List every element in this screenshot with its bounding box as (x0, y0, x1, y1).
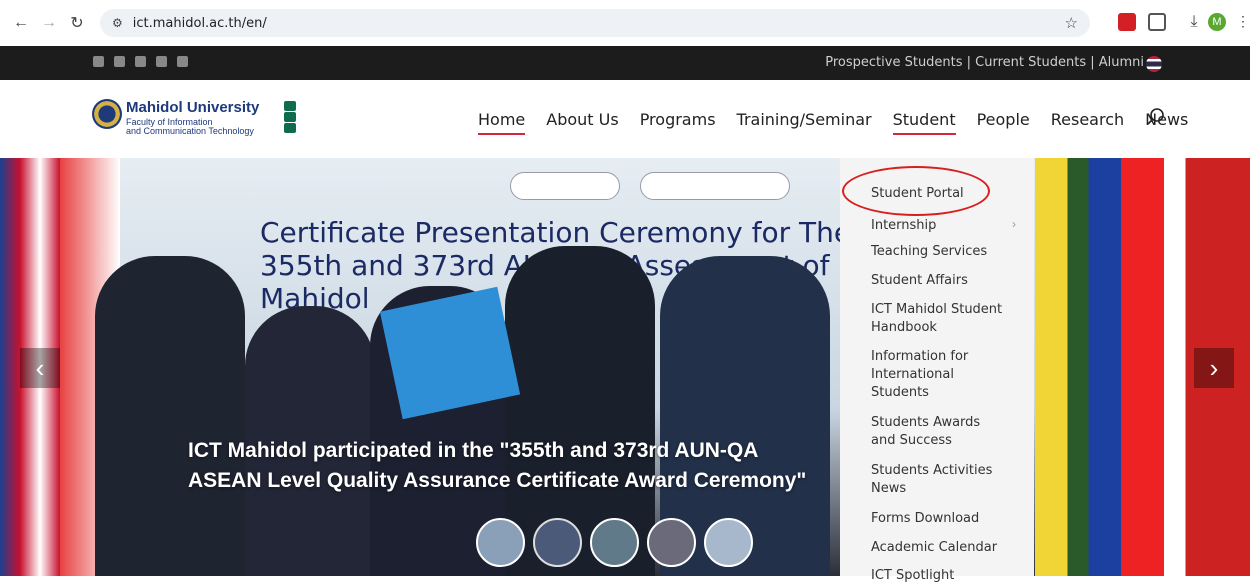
browser-toolbar: ← → ↻ ⚙ ict.mahidol.ac.th/en/ ☆ ⤓ M ⋮ (0, 0, 1250, 46)
menu-item-ict-spotlight[interactable]: ICT Spotlight (871, 567, 1011, 585)
reload-icon[interactable]: ↻ (66, 12, 88, 34)
nav-training-seminar[interactable]: Training/Seminar (737, 110, 872, 129)
nav-programs[interactable]: Programs (640, 110, 716, 129)
caption-line-1: ICT Mahidol participated in the "355th a… (188, 439, 759, 462)
line-icon[interactable] (177, 56, 188, 67)
url-text: ict.mahidol.ac.th/en/ (132, 15, 267, 31)
slide-thumb[interactable] (647, 518, 696, 567)
social-links (93, 56, 188, 67)
audience-links[interactable]: Prospective Students | Current Students … (825, 55, 1144, 70)
student-dropdown-menu: Student Portal Internship Teaching Servi… (840, 158, 1034, 583)
logo-faculty-name[interactable]: Faculty of Information and Communication… (126, 118, 254, 136)
download-icon[interactable]: ⤓ (1185, 13, 1203, 31)
slide-thumb[interactable] (476, 518, 525, 567)
slide-caption[interactable]: ICT Mahidol participated in the "355th a… (188, 436, 806, 496)
nav-student[interactable]: Student (892, 110, 956, 135)
youtube-icon[interactable] (156, 56, 167, 67)
nav-about-us[interactable]: About Us (546, 110, 618, 129)
profile-avatar[interactable]: M (1208, 13, 1226, 31)
main-navigation: Home About Us Programs Training/Seminar … (478, 110, 1209, 135)
slider-thumbnails (476, 518, 753, 567)
aun-qa-logo-icon (510, 172, 620, 200)
menu-item-forms-download[interactable]: Forms Download (871, 510, 1011, 528)
extensions-icon[interactable] (1148, 13, 1166, 31)
menu-item-internship[interactable]: Internship (871, 217, 1011, 235)
slide-thumb-active[interactable] (533, 518, 582, 567)
caption-line-2: ASEAN Level Quality Assurance Certificat… (188, 469, 807, 492)
nav-research[interactable]: Research (1051, 110, 1124, 129)
facebook-icon[interactable] (93, 56, 104, 67)
pdf-extension-icon[interactable] (1118, 13, 1136, 31)
site-info-icon[interactable]: ⚙ (112, 16, 123, 30)
slide-thumb[interactable] (704, 518, 753, 567)
thai-flag-icon[interactable] (1146, 56, 1162, 72)
menu-item-teaching-services[interactable]: Teaching Services (871, 243, 1011, 261)
back-icon[interactable]: ← (10, 12, 32, 34)
menu-icon[interactable]: ⋮ (1236, 13, 1250, 31)
utility-bar: Prospective Students | Current Students … (0, 46, 1250, 80)
annotation-circle (842, 166, 990, 216)
banner-logos (510, 172, 790, 200)
address-bar[interactable]: ⚙ ict.mahidol.ac.th/en/ ☆ (100, 9, 1090, 37)
forward-icon[interactable]: → (38, 12, 60, 34)
mahidol-seal-icon[interactable] (92, 99, 122, 129)
menu-item-academic-calendar[interactable]: Academic Calendar (871, 539, 1021, 557)
hero-slider: Certificate Presentation Ceremony for Th… (0, 158, 1250, 576)
submenu-chevron-icon: › (1012, 217, 1016, 231)
nav-home[interactable]: Home (478, 110, 526, 135)
slide-thumb[interactable] (590, 518, 639, 567)
logo-faculty-line2: and Communication Technology (126, 126, 254, 136)
mahidol-banner-logo-icon (640, 172, 790, 200)
ict-logo-icon[interactable] (282, 100, 298, 136)
menu-item-awards-success[interactable]: Students Awards and Success (871, 414, 991, 450)
site-header: Mahidol University Faculty of Informatio… (0, 80, 1250, 158)
menu-item-international-students[interactable]: Information for International Students (871, 348, 981, 402)
menu-item-student-affairs[interactable]: Student Affairs (871, 272, 1011, 290)
slider-prev-button[interactable]: ‹ (20, 348, 60, 388)
bookmark-star-icon[interactable]: ☆ (1065, 14, 1078, 32)
instagram-icon[interactable] (135, 56, 146, 67)
person-figure (95, 256, 245, 576)
search-icon[interactable] (1147, 108, 1165, 126)
menu-item-student-handbook[interactable]: ICT Mahidol Student Handbook (871, 301, 1011, 337)
nav-people[interactable]: People (977, 110, 1030, 129)
menu-item-activities-news[interactable]: Students Activities News (871, 462, 1001, 498)
twitter-icon[interactable] (114, 56, 125, 67)
slider-next-button[interactable]: › (1194, 348, 1234, 388)
logo-university-name[interactable]: Mahidol University (126, 99, 259, 116)
